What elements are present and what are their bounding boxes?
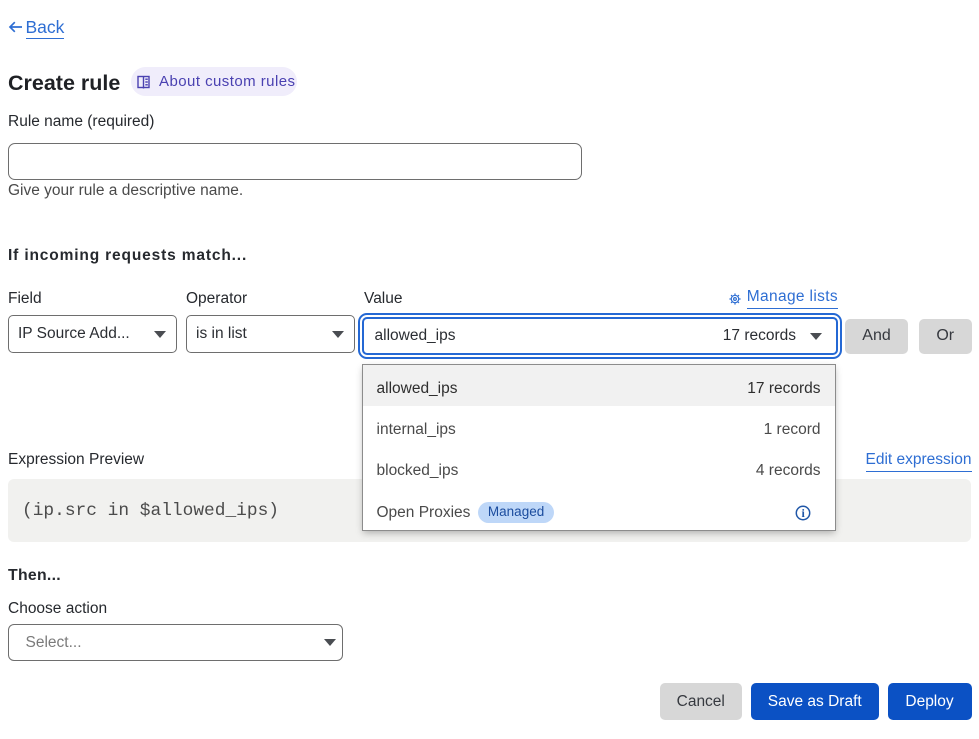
svg-text:i: i [801, 506, 805, 520]
